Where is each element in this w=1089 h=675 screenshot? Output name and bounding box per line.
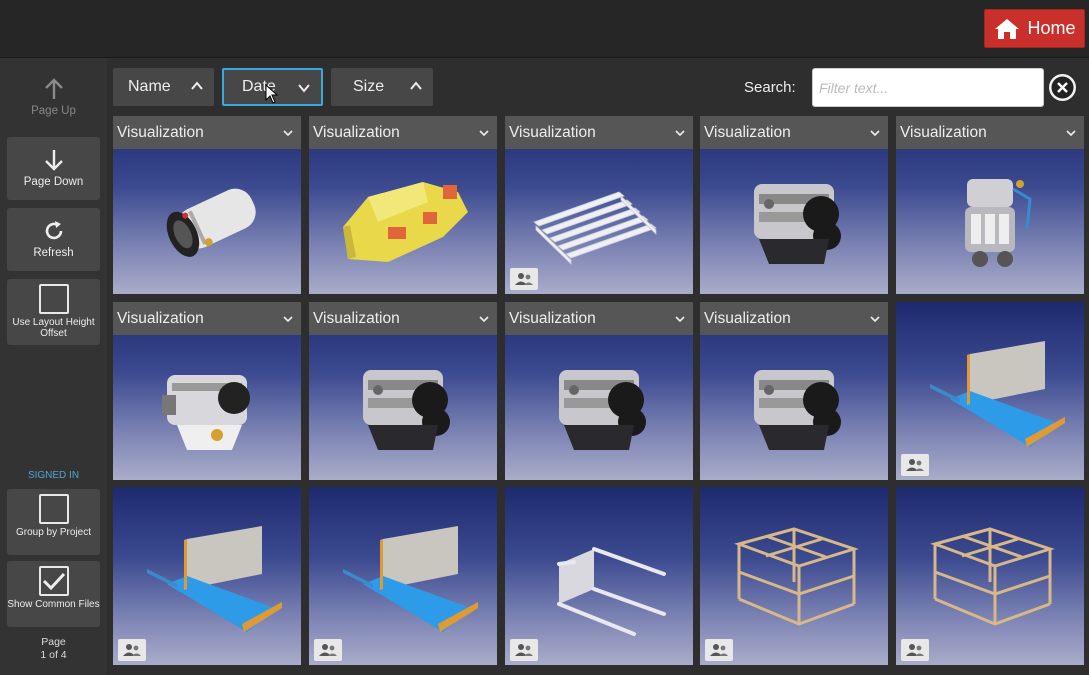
- file-tile[interactable]: [896, 487, 1084, 665]
- file-tile[interactable]: Visualization: [309, 302, 497, 480]
- sort-size-label: Size: [353, 78, 385, 95]
- shared-users-icon: [510, 639, 538, 661]
- tile-view-label: Visualization: [509, 123, 596, 141]
- tile-view-label: Visualization: [509, 309, 596, 327]
- file-tile[interactable]: [700, 487, 888, 665]
- model-thumbnail: [309, 335, 497, 480]
- tile-view-label: Visualization: [117, 123, 204, 141]
- file-grid: Visualization Visualization Visualization V…: [107, 114, 1089, 675]
- chevron-down-icon: [870, 316, 880, 323]
- search-label: Search:: [744, 79, 796, 96]
- tile-view-dropdown[interactable]: Visualization: [700, 302, 888, 335]
- page-indicator: Page 1 of 4: [0, 636, 107, 662]
- tile-view-dropdown[interactable]: Visualization: [113, 302, 301, 335]
- sidebar: Page Up Page Down Refresh Use Layout Hei…: [0, 58, 107, 675]
- file-tile[interactable]: Visualization: [700, 302, 888, 480]
- tile-view-dropdown[interactable]: Visualization: [700, 116, 888, 149]
- page-label: Page: [41, 636, 66, 648]
- sort-size-button[interactable]: Size: [331, 68, 433, 106]
- tile-view-label: Visualization: [313, 123, 400, 141]
- group-by-project-checkbox[interactable]: Group by Project: [7, 489, 100, 555]
- shared-users-icon: [901, 639, 929, 661]
- chevron-down-icon: [675, 130, 685, 137]
- page-down-button[interactable]: Page Down: [7, 137, 100, 200]
- model-thumbnail: [309, 149, 497, 294]
- shared-users-icon: [901, 454, 929, 476]
- chevron-down-icon: [298, 84, 310, 93]
- chevron-down-icon: [479, 316, 489, 323]
- model-thumbnail: [700, 149, 888, 294]
- file-tile[interactable]: Visualization: [113, 302, 301, 480]
- chevron-down-icon: [283, 316, 293, 323]
- page-up-label: Page Up: [31, 105, 76, 117]
- chevron-down-icon: [870, 130, 880, 137]
- chevron-down-icon: [675, 316, 685, 323]
- show-common-files-checkbox[interactable]: Show Common Files: [7, 561, 100, 627]
- chevron-up-icon: [191, 81, 203, 90]
- model-thumbnail: [113, 335, 301, 480]
- file-tile[interactable]: [113, 487, 301, 665]
- home-icon: [995, 18, 1020, 39]
- tile-view-dropdown[interactable]: Visualization: [309, 116, 497, 149]
- refresh-icon: [41, 218, 67, 244]
- toolbar: Name Date Size Search:: [107, 58, 1089, 114]
- shared-users-icon: [705, 639, 733, 661]
- page-down-label: Page Down: [23, 176, 84, 188]
- shared-users-icon: [118, 639, 146, 661]
- checkbox-checked-icon: [38, 566, 69, 596]
- checkbox-empty-icon: [38, 494, 69, 524]
- chevron-down-icon: [1066, 130, 1076, 137]
- page-up-button[interactable]: Page Up: [7, 66, 100, 129]
- file-tile[interactable]: Visualization: [505, 302, 693, 480]
- close-icon: [1051, 76, 1074, 99]
- shared-users-icon: [314, 639, 342, 661]
- tile-view-label: Visualization: [900, 123, 987, 141]
- arrow-down-icon: [41, 147, 67, 173]
- tile-view-dropdown[interactable]: Visualization: [113, 116, 301, 149]
- refresh-button[interactable]: Refresh: [7, 208, 100, 271]
- chevron-down-icon: [479, 130, 489, 137]
- file-tile[interactable]: Visualization: [505, 116, 693, 294]
- clear-search-button[interactable]: [1049, 74, 1076, 101]
- checkbox-empty-icon: [38, 284, 69, 314]
- home-label: Home: [1027, 18, 1076, 38]
- top-bar: Home: [0, 0, 1089, 58]
- shared-users-icon: [510, 268, 538, 290]
- tile-view-label: Visualization: [117, 309, 204, 327]
- refresh-label: Refresh: [33, 247, 74, 259]
- tile-view-dropdown[interactable]: Visualization: [309, 302, 497, 335]
- file-tile[interactable]: [309, 487, 497, 665]
- file-tile[interactable]: [505, 487, 693, 665]
- tile-view-dropdown[interactable]: Visualization: [505, 116, 693, 149]
- sort-name-label: Name: [128, 78, 171, 95]
- search-input[interactable]: [812, 68, 1044, 107]
- mouse-cursor-icon: [265, 84, 279, 104]
- chevron-up-icon: [410, 81, 422, 90]
- arrow-up-icon: [41, 76, 67, 102]
- model-thumbnail: [896, 149, 1084, 294]
- group-by-project-label: Group by Project: [15, 527, 92, 538]
- show-common-files-label: Show Common Files: [7, 599, 100, 610]
- model-thumbnail: [113, 149, 301, 294]
- tile-view-dropdown[interactable]: Visualization: [896, 116, 1084, 149]
- signed-in-status: SIGNED IN: [27, 470, 80, 481]
- tile-view-label: Visualization: [704, 123, 791, 141]
- chevron-down-icon: [283, 130, 293, 137]
- tile-view-label: Visualization: [704, 309, 791, 327]
- home-button[interactable]: Home: [984, 9, 1085, 48]
- sort-name-button[interactable]: Name: [113, 68, 214, 106]
- use-layout-height-checkbox[interactable]: Use Layout Height Offset: [7, 279, 100, 345]
- file-tile[interactable]: Visualization: [896, 116, 1084, 294]
- model-thumbnail: [700, 335, 888, 480]
- page-value: 1 of 4: [40, 649, 67, 661]
- tile-view-label: Visualization: [313, 309, 400, 327]
- file-tile[interactable]: Visualization: [113, 116, 301, 294]
- model-thumbnail: [505, 335, 693, 480]
- file-tile[interactable]: [896, 302, 1084, 480]
- file-tile[interactable]: Visualization: [309, 116, 497, 294]
- app-root: Home Page Up Page Down Refresh Use Layou…: [0, 0, 1089, 675]
- use-layout-height-label: Use Layout Height Offset: [12, 317, 95, 339]
- tile-view-dropdown[interactable]: Visualization: [505, 302, 693, 335]
- file-tile[interactable]: Visualization: [700, 116, 888, 294]
